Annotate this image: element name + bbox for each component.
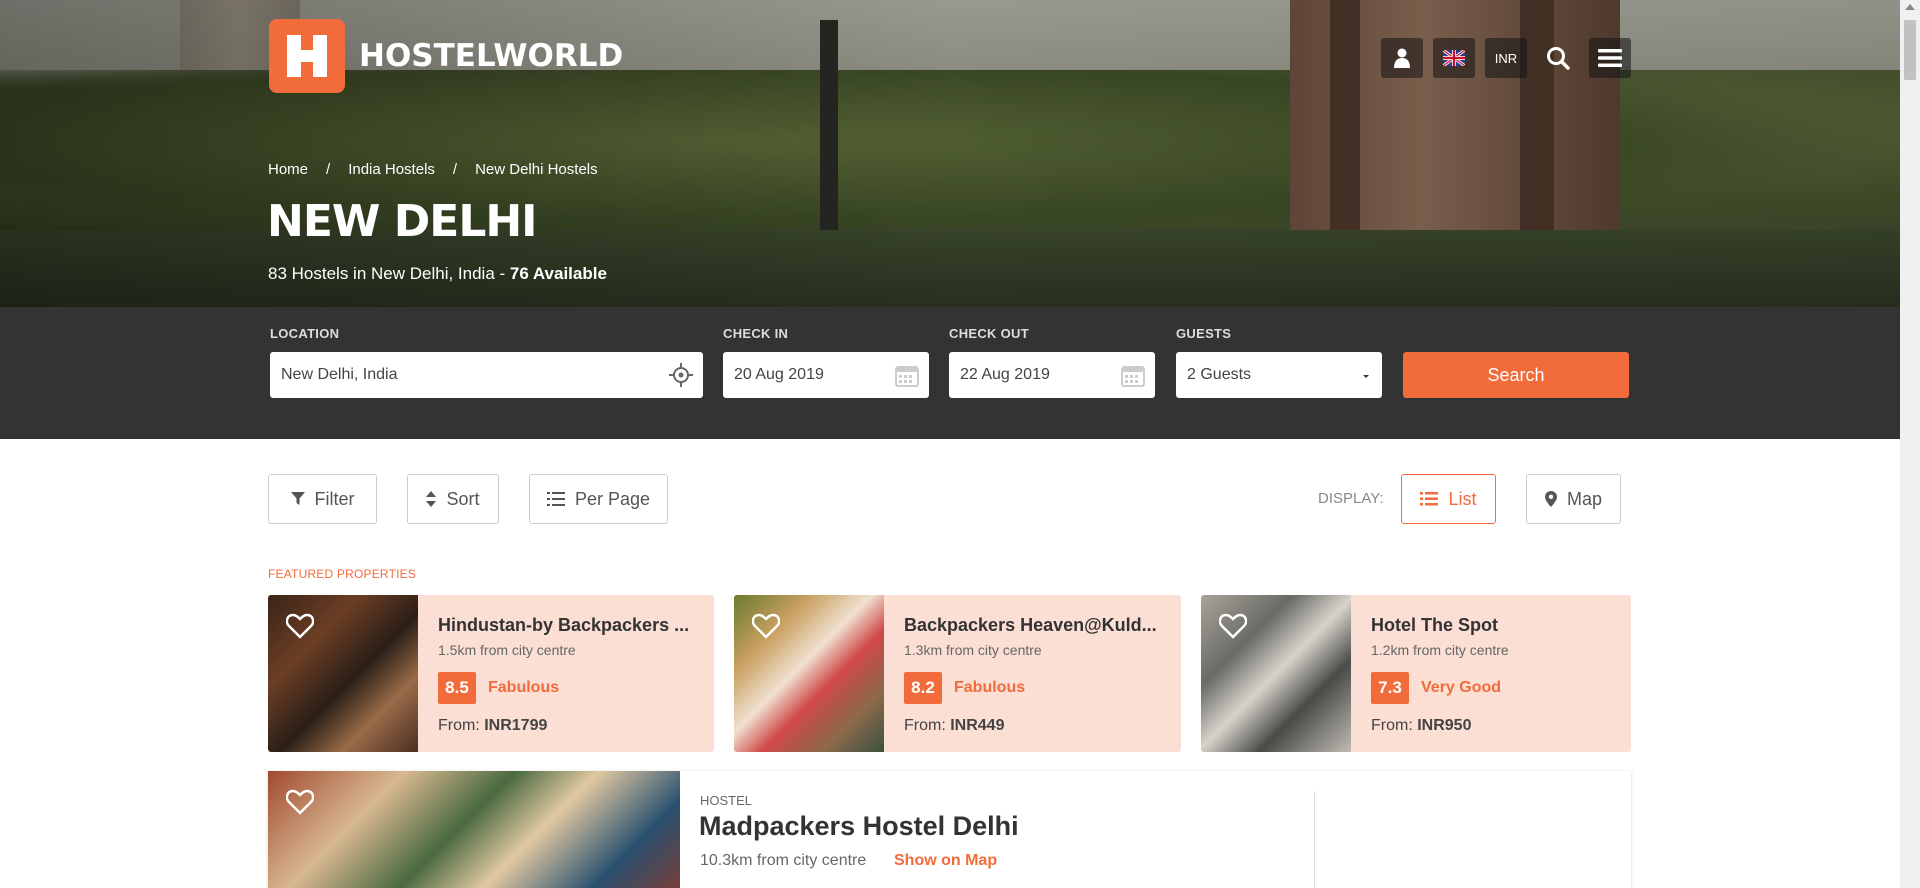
page-scrollbar[interactable] — [1900, 0, 1920, 888]
uk-flag-icon[interactable] — [1433, 38, 1475, 78]
list-numbered-icon — [546, 492, 565, 506]
user-icon[interactable] — [1381, 38, 1423, 78]
filter-button[interactable]: Filter — [268, 474, 377, 524]
breadcrumb: Home / India Hostels / New Delhi Hostels — [268, 161, 612, 178]
guests-select[interactable]: 2 Guests — [1176, 352, 1382, 398]
map-view-label: Map — [1566, 488, 1602, 509]
search-button[interactable]: Search — [1403, 352, 1629, 398]
calendar-icon — [895, 363, 919, 393]
breadcrumb-home[interactable]: Home — [268, 161, 308, 178]
logo-text: HOSTELWORLD — [359, 38, 624, 74]
scroll-up-icon[interactable] — [1905, 4, 1915, 10]
property-listing[interactable]: HOSTEL Madpackers Hostel Delhi 10.3km fr… — [268, 771, 1631, 888]
page-subtitle: 83 Hostels in New Delhi, India - 76 Avai… — [268, 264, 607, 284]
checkin-label: CHECK IN — [723, 326, 789, 341]
available-count: 76 Available — [509, 264, 607, 283]
property-name[interactable]: Hotel The Spot — [1371, 615, 1498, 636]
guests-label: GUESTS — [1176, 326, 1232, 341]
header-actions: INR — [1381, 38, 1631, 78]
property-distance: 1.5km from city centre — [438, 642, 576, 658]
logo-mark-icon — [269, 19, 345, 93]
currency-button[interactable]: INR — [1485, 38, 1527, 78]
location-value: New Delhi, India — [281, 366, 398, 383]
show-on-map-link[interactable]: Show on Map — [894, 852, 997, 870]
per-page-label: Per Page — [574, 488, 651, 509]
page-title: NEW DELHI — [267, 196, 538, 247]
rating-label: Fabulous — [488, 679, 560, 696]
scrollbar-thumb[interactable] — [1904, 20, 1916, 80]
property-price: From: INR950 — [1371, 717, 1472, 734]
property-distance: 1.2km from city centre — [1371, 642, 1509, 658]
property-type: HOSTEL — [700, 793, 753, 808]
divider — [1314, 791, 1315, 888]
property-name[interactable]: Backpackers Heaven@Kuld... — [904, 615, 1157, 636]
hostel-count-text: 83 Hostels in New Delhi, India - — [268, 264, 510, 283]
heart-icon[interactable] — [285, 789, 315, 822]
location-label: LOCATION — [270, 326, 340, 341]
featured-properties-label: FEATURED PROPERTIES — [268, 567, 417, 581]
property-distance: 1.3km from city centre — [904, 642, 1042, 658]
checkin-field[interactable]: 20 Aug 2019 — [723, 352, 929, 398]
heart-icon[interactable] — [1218, 613, 1248, 646]
filter-icon — [290, 492, 305, 505]
heart-icon[interactable] — [285, 613, 315, 646]
map-view-button[interactable]: Map — [1526, 474, 1621, 524]
sort-icon — [426, 491, 437, 507]
breadcrumb-india-hostels[interactable]: India Hostels — [348, 161, 435, 178]
property-name[interactable]: Hindustan-by Backpackers ... — [438, 615, 689, 636]
property-name[interactable]: Madpackers Hostel Delhi — [699, 811, 1019, 842]
rating-score: 8.5 — [438, 672, 476, 704]
filter-label: Filter — [314, 488, 355, 509]
logo[interactable]: HOSTELWORLD — [269, 19, 623, 93]
checkout-label: CHECK OUT — [949, 326, 1029, 341]
breadcrumb-separator: / — [452, 161, 458, 178]
guests-value: 2 Guests — [1187, 366, 1252, 383]
heart-icon[interactable] — [751, 613, 781, 646]
locate-icon[interactable] — [669, 363, 693, 393]
rating-score: 8.2 — [904, 672, 942, 704]
rating-label: Fabulous — [954, 679, 1026, 696]
list-icon — [1420, 492, 1439, 506]
search-bar: LOCATION New Delhi, India CHECK IN 20 Au… — [0, 307, 1900, 439]
rating-label: Very Good — [1421, 679, 1502, 696]
property-price: From: INR449 — [904, 717, 1005, 734]
per-page-button[interactable]: Per Page — [529, 474, 668, 524]
hero-banner: HOSTELWORLD INR Home / India Hostels / N… — [0, 0, 1900, 307]
sort-label: Sort — [446, 488, 480, 509]
property-distance: 10.3km from city centre — [700, 852, 867, 869]
list-view-button[interactable]: List — [1401, 474, 1496, 524]
display-label: DISPLAY: — [1318, 490, 1384, 507]
list-view-label: List — [1448, 488, 1477, 509]
featured-card[interactable]: Backpackers Heaven@Kuld... 1.3km from ci… — [734, 595, 1181, 752]
breadcrumb-separator: / — [326, 161, 331, 178]
chevron-down-icon — [1360, 365, 1372, 388]
search-icon[interactable] — [1537, 38, 1579, 78]
checkout-field[interactable]: 22 Aug 2019 — [949, 352, 1155, 398]
property-image[interactable] — [268, 771, 680, 888]
menu-icon[interactable] — [1589, 38, 1631, 78]
featured-card[interactable]: Hotel The Spot 1.2km from city centre 7.… — [1201, 595, 1631, 752]
breadcrumb-new-delhi-hostels[interactable]: New Delhi Hostels — [475, 161, 598, 178]
checkout-value: 22 Aug 2019 — [960, 366, 1050, 383]
checkin-value: 20 Aug 2019 — [734, 366, 824, 383]
property-price: From: INR1799 — [438, 717, 548, 734]
map-pin-icon — [1544, 491, 1557, 507]
sort-button[interactable]: Sort — [407, 474, 499, 524]
rating-score: 7.3 — [1371, 672, 1409, 704]
featured-card[interactable]: Hindustan-by Backpackers ... 1.5km from … — [268, 595, 714, 752]
location-input[interactable]: New Delhi, India — [270, 352, 703, 398]
calendar-icon — [1121, 363, 1145, 393]
